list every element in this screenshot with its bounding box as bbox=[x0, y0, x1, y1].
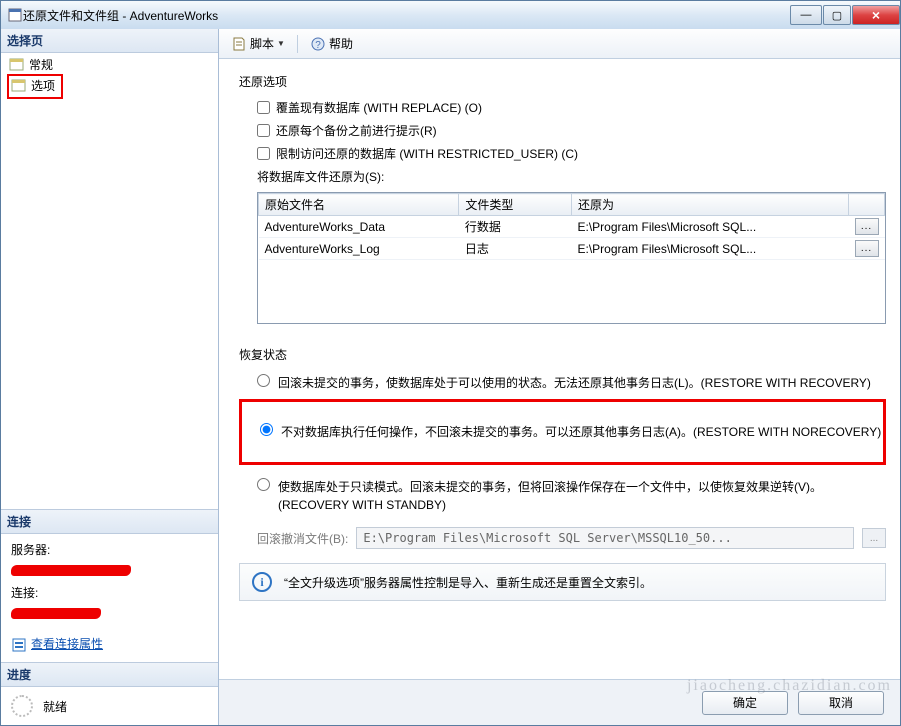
progress-header: 进度 bbox=[1, 663, 218, 687]
col-type[interactable]: 文件类型 bbox=[459, 194, 572, 216]
overwrite-checkbox[interactable] bbox=[257, 101, 270, 114]
recovery-radio[interactable] bbox=[257, 374, 270, 387]
nav-label: 选项 bbox=[31, 77, 55, 94]
titlebar: 还原文件和文件组 - AdventureWorks — ▢ × bbox=[1, 1, 900, 29]
nav-highlight: 选项 bbox=[7, 74, 63, 99]
standby-file-input bbox=[356, 527, 854, 549]
minimize-button[interactable]: — bbox=[790, 5, 822, 25]
help-button[interactable]: ? 帮助 bbox=[306, 33, 357, 54]
prompt-each-checkbox[interactable] bbox=[257, 124, 270, 137]
window-title: 还原文件和文件组 - AdventureWorks bbox=[23, 7, 789, 24]
nav-label: 常规 bbox=[29, 56, 53, 73]
select-page-header: 选择页 bbox=[1, 29, 218, 53]
restore-as-label: 将数据库文件还原为(S): bbox=[257, 165, 886, 188]
cancel-button[interactable]: 取消 bbox=[798, 691, 884, 715]
info-icon: i bbox=[252, 572, 272, 592]
col-restore-as[interactable]: 还原为 bbox=[571, 194, 848, 216]
restricted-label: 限制访问还原的数据库 (WITH RESTRICTED_USER) (C) bbox=[276, 145, 578, 162]
norecovery-radio[interactable] bbox=[260, 423, 273, 436]
standby-radio[interactable] bbox=[257, 478, 270, 491]
nav-item-general[interactable]: 常规 bbox=[7, 55, 212, 74]
maximize-button[interactable]: ▢ bbox=[823, 5, 851, 25]
script-button[interactable]: 脚本 ▼ bbox=[227, 33, 289, 54]
server-label: 服务器: bbox=[11, 540, 208, 562]
emphasis-box: 不对数据库执行任何操作，不回滚未提交的事务。可以还原其他事务日志(A)。(RES… bbox=[239, 399, 886, 465]
recovery-title: 恢复状态 bbox=[239, 346, 886, 363]
nav-item-options[interactable]: 选项 bbox=[9, 76, 57, 95]
table-row[interactable]: AdventureWorks_Data 行数据 E:\Program Files… bbox=[259, 216, 885, 238]
close-button[interactable]: × bbox=[852, 5, 900, 25]
page-icon bbox=[9, 58, 25, 72]
info-text: “全文升级选项”服务器属性控制是导入、重新生成还是重置全文索引。 bbox=[284, 574, 652, 591]
prompt-each-label: 还原每个备份之前进行提示(R) bbox=[276, 122, 437, 139]
toolbar: 脚本 ▼ ? 帮助 bbox=[219, 29, 900, 59]
properties-icon bbox=[11, 637, 27, 653]
overwrite-label: 覆盖现有数据库 (WITH REPLACE) (O) bbox=[276, 99, 482, 116]
progress-status: 就绪 bbox=[43, 698, 67, 715]
server-value-redacted bbox=[11, 565, 131, 576]
conn-value-redacted bbox=[11, 608, 101, 619]
restore-options-title: 还原选项 bbox=[239, 73, 886, 90]
info-bar: i “全文升级选项”服务器属性控制是导入、重新生成还是重置全文索引。 bbox=[239, 563, 886, 601]
conn-label: 连接: bbox=[11, 583, 208, 605]
script-icon bbox=[231, 36, 247, 52]
standby-label: 使数据库处于只读模式。回滚未提交的事务，但将回滚操作保存在一个文件中，以使恢复效… bbox=[278, 478, 886, 514]
restricted-checkbox[interactable] bbox=[257, 147, 270, 160]
ok-button[interactable]: 确定 bbox=[702, 691, 788, 715]
progress-spinner-icon bbox=[11, 695, 33, 717]
browse-button[interactable]: ... bbox=[855, 218, 879, 235]
connection-header: 连接 bbox=[1, 510, 218, 534]
svg-text:?: ? bbox=[315, 40, 321, 51]
browse-button[interactable]: ... bbox=[855, 240, 879, 257]
chevron-down-icon: ▼ bbox=[277, 39, 285, 48]
page-icon bbox=[11, 79, 27, 93]
col-original[interactable]: 原始文件名 bbox=[259, 194, 459, 216]
app-icon bbox=[7, 7, 23, 23]
table-row[interactable]: AdventureWorks_Log 日志 E:\Program Files\M… bbox=[259, 238, 885, 260]
standby-browse-button: ... bbox=[862, 528, 886, 548]
file-grid[interactable]: 原始文件名 文件类型 还原为 AdventureWorks_Data 行数据 E… bbox=[257, 192, 886, 324]
recovery-label: 回滚未提交的事务，使数据库处于可以使用的状态。无法还原其他事务日志(L)。(RE… bbox=[278, 374, 886, 392]
left-panel: 选择页 常规 选项 连接 服务器: bbox=[1, 29, 219, 725]
dialog-footer: 确定 取消 bbox=[219, 679, 900, 725]
standby-file-label: 回滚撤消文件(B): bbox=[257, 530, 348, 547]
help-icon: ? bbox=[310, 36, 326, 52]
norecovery-label: 不对数据库执行任何操作，不回滚未提交的事务。可以还原其他事务日志(A)。(RES… bbox=[281, 423, 883, 441]
view-connection-link[interactable]: 查看连接属性 bbox=[11, 634, 208, 656]
right-panel: 脚本 ▼ ? 帮助 还原选项 覆盖现有数据库 (WITH REPLACE) (O… bbox=[219, 29, 900, 725]
